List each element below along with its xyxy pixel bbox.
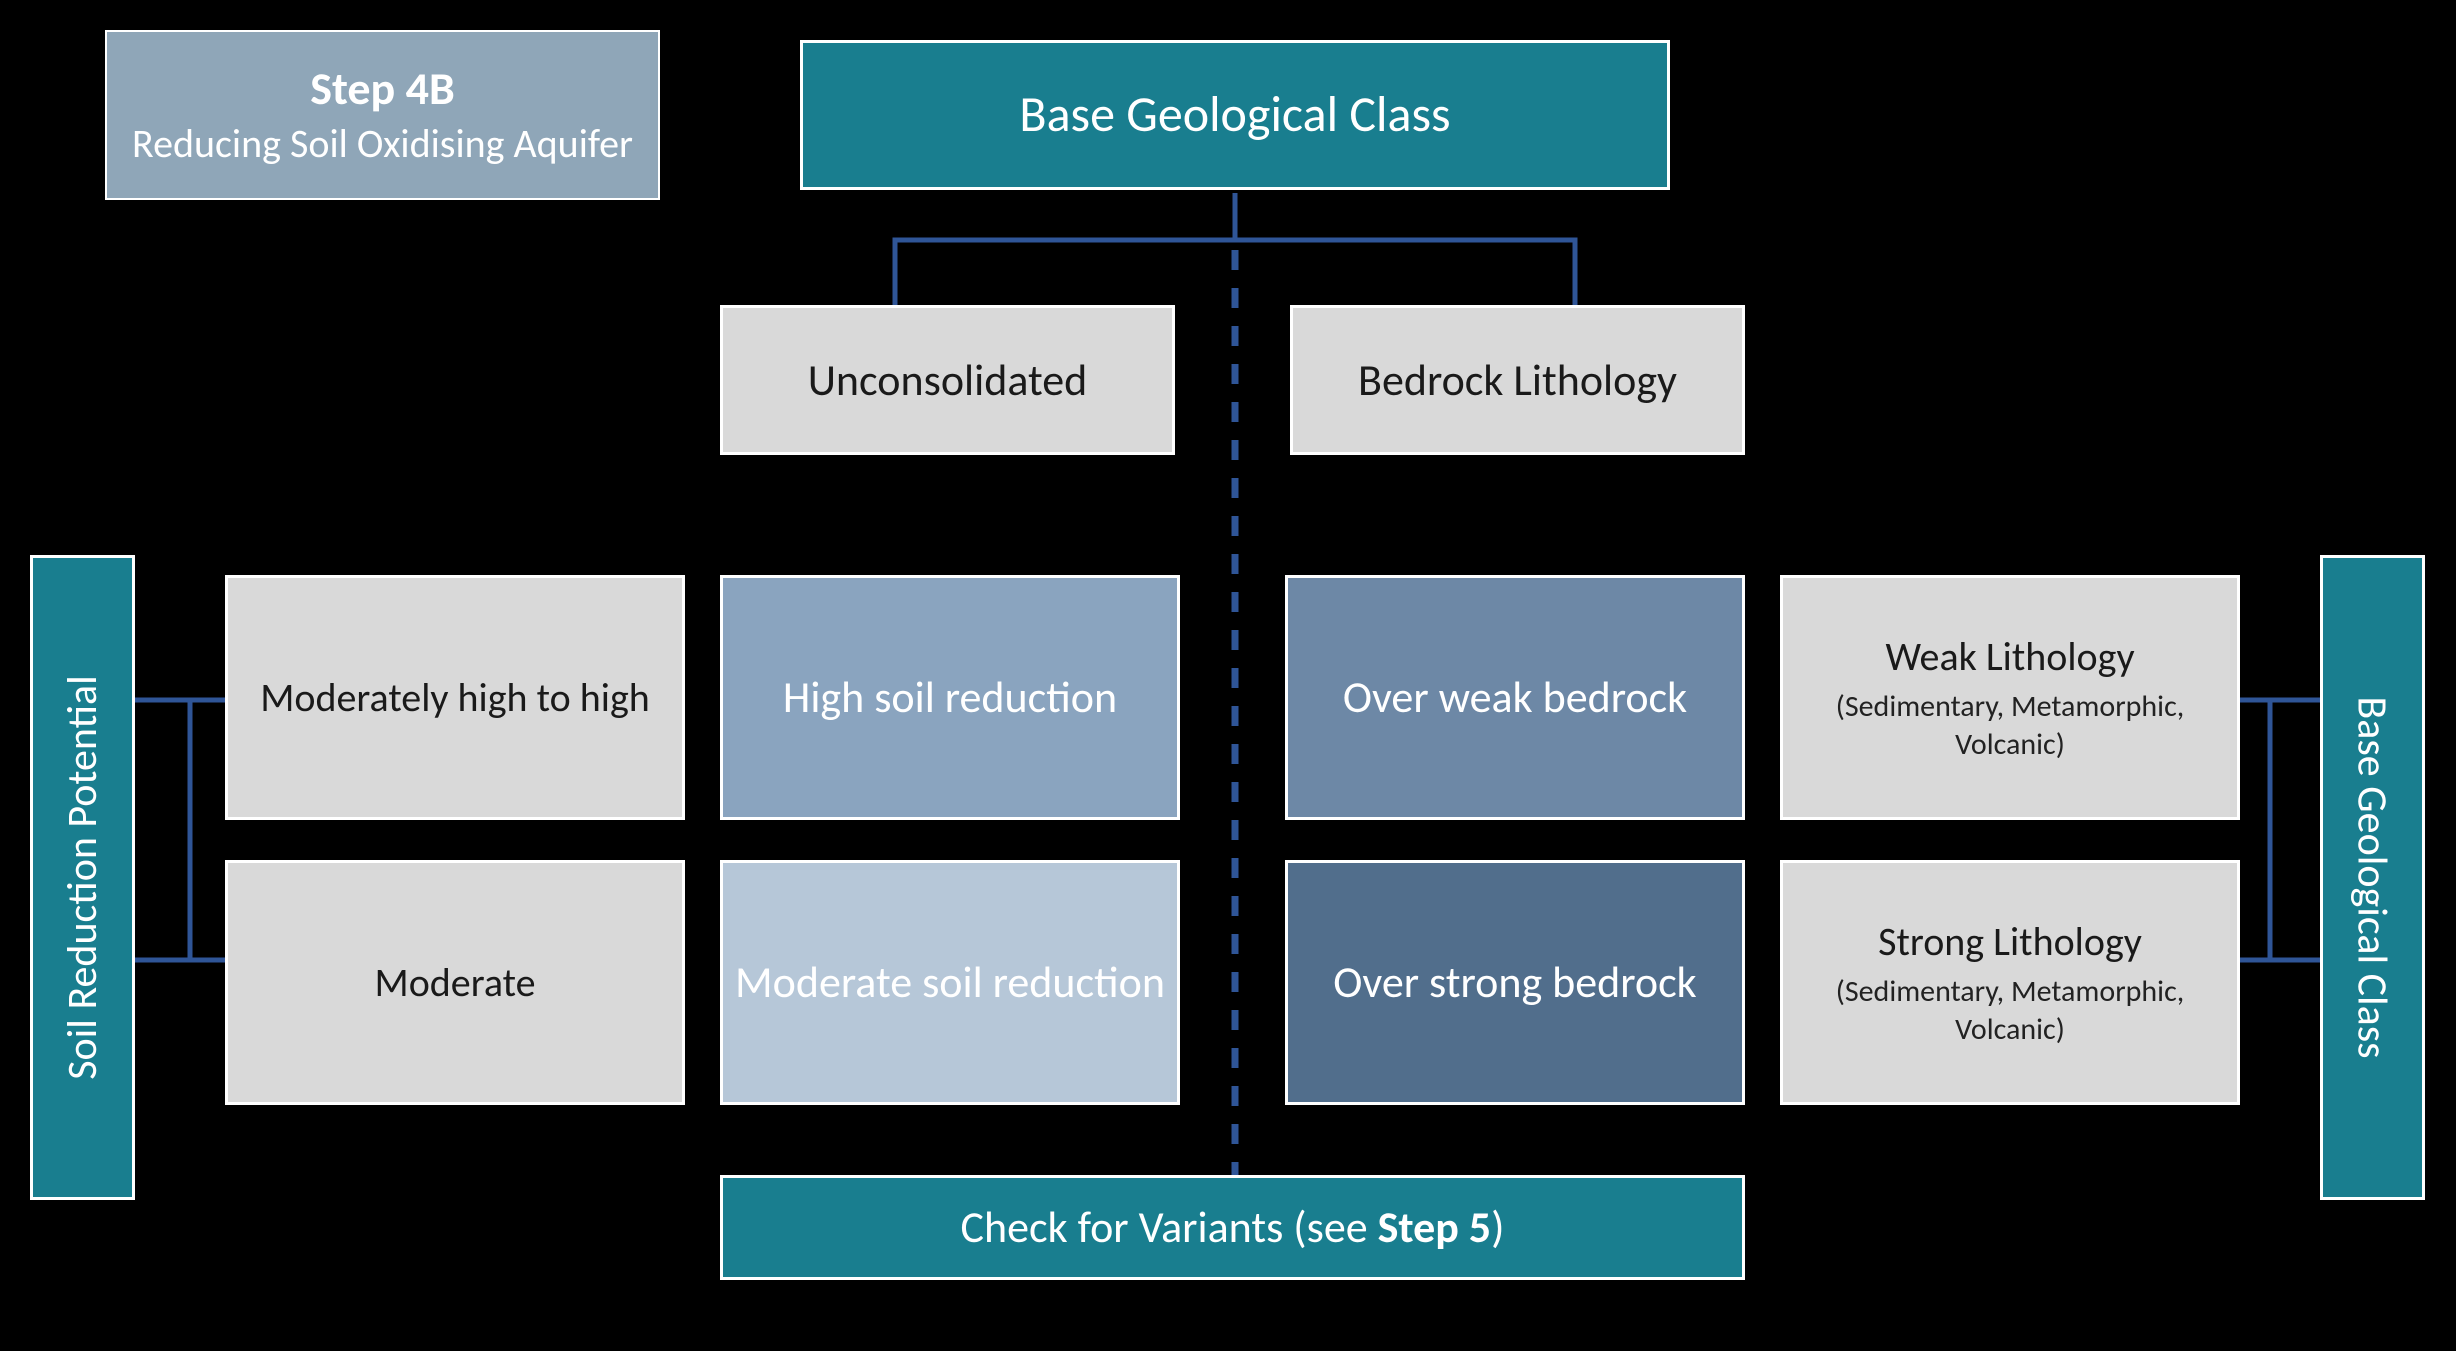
unconsolidated-top-label: High soil reduction <box>783 670 1117 725</box>
footer-pre: Check for Variants (see <box>961 1200 1378 1254</box>
bedrock-over-strong: Over strong bedrock <box>1285 860 1745 1105</box>
footer-text: Check for Variants (see Step 5) <box>961 1200 1505 1255</box>
axis-soil-reduction-potential: Soil Reduction Potential <box>30 555 135 1200</box>
unconsolidated-bottom-label: Moderate soil reduction <box>735 955 1165 1010</box>
lithology-strong: Strong Lithology (Sedimentary, Metamorph… <box>1780 860 2240 1105</box>
lithology-strong-sub: (Sedimentary, Metamorphic, Volcanic) <box>1783 973 2237 1048</box>
step-badge-subtitle: Reducing Soil Oxidising Aquifer <box>132 119 633 169</box>
bedrock-top-label: Over weak bedrock <box>1343 670 1687 725</box>
bedrock-over-weak: Over weak bedrock <box>1285 575 1745 820</box>
category-unconsolidated: Unconsolidated <box>720 305 1175 455</box>
srp-top-label: Moderately high to high <box>260 673 650 723</box>
category-bedrock-lithology-label: Bedrock Lithology <box>1358 353 1677 408</box>
srp-moderate: Moderate <box>225 860 685 1105</box>
footer-check-variants: Check for Variants (see Step 5) <box>720 1175 1745 1280</box>
step-badge: Step 4B Reducing Soil Oxidising Aquifer <box>105 30 660 200</box>
axis-right-label: Base Geological Class <box>2347 696 2398 1058</box>
unconsolidated-high-soil-reduction: High soil reduction <box>720 575 1180 820</box>
lithology-strong-title: Strong Lithology <box>1878 917 2142 967</box>
axis-base-geological-class: Base Geological Class <box>2320 555 2425 1200</box>
category-bedrock-lithology: Bedrock Lithology <box>1290 305 1745 455</box>
bedrock-bottom-label: Over strong bedrock <box>1333 955 1696 1010</box>
lithology-weak-sub: (Sedimentary, Metamorphic, Volcanic) <box>1783 688 2237 763</box>
lithology-weak: Weak Lithology (Sedimentary, Metamorphic… <box>1780 575 2240 820</box>
footer-post: ) <box>1491 1200 1504 1254</box>
unconsolidated-moderate-soil-reduction: Moderate soil reduction <box>720 860 1180 1105</box>
footer-bold: Step 5 <box>1378 1200 1492 1254</box>
lithology-weak-title: Weak Lithology <box>1885 632 2134 682</box>
axis-left-label: Soil Reduction Potential <box>57 675 108 1080</box>
srp-bottom-label: Moderate <box>375 958 536 1008</box>
category-unconsolidated-label: Unconsolidated <box>808 353 1088 408</box>
step-badge-title: Step 4B <box>310 61 454 119</box>
root-base-geological-class: Base Geological Class <box>800 40 1670 190</box>
srp-moderately-high-to-high: Moderately high to high <box>225 575 685 820</box>
root-label: Base Geological Class <box>1019 84 1450 147</box>
